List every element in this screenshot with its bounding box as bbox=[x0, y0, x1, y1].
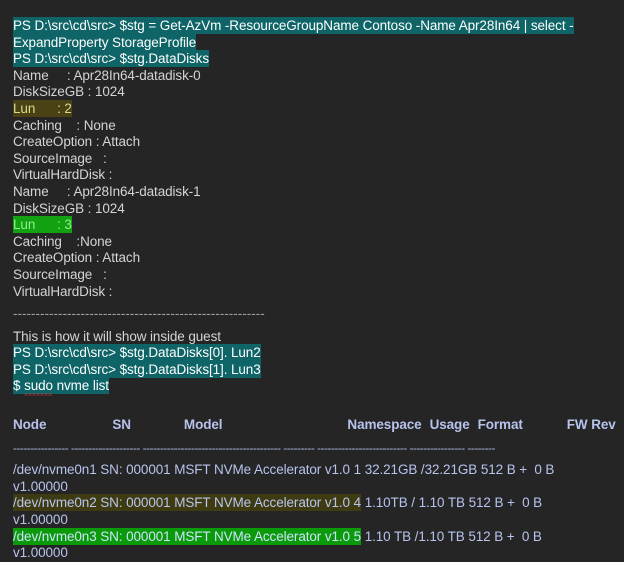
command-line-1: PS D:\src\cd\src> $stg = Get-AzVm -Resou… bbox=[0, 0, 624, 35]
nvme-table-row: /dev/nvme0n1 SN: 000001 MSFT NVMe Accele… bbox=[0, 462, 624, 479]
datadisk-1-size-value: 1024 bbox=[94, 200, 125, 216]
datadisk-0-name: Name : Apr28In64-datadisk-0 bbox=[0, 68, 624, 85]
guest-line-2: PS D:\src\cd\src> $stg.DataDisks[1]. Lun… bbox=[0, 360, 624, 379]
nvme-table-row: /dev/nvme0n2 SN: 000001 MSFT NVMe Accele… bbox=[0, 494, 624, 512]
nvme-row-0-format: 512 bbox=[480, 462, 504, 478]
datadisk-0-virtualharddisk: VirtualHardDisk : bbox=[13, 167, 113, 183]
command-1-text-part-1: PS D:\src\cd\src> $stg = Get-AzVm -Resou… bbox=[13, 17, 574, 34]
nvme-header-node: Node bbox=[13, 417, 47, 433]
datadisk-1-name: Name : Apr28In64-datadisk-1 bbox=[0, 184, 624, 201]
nvme-table-row: /dev/nvme0n3 SN: 000001 MSFT NVMe Accele… bbox=[0, 527, 624, 546]
nvme-header-usage: Usage bbox=[429, 417, 470, 433]
nvme-row-2-tail: 1.10 TB /1.10 TB 512 B + 0 B bbox=[361, 529, 542, 544]
guest-line-1: PS D:\src\cd\src> $stg.DataDisks[0]. Lun… bbox=[0, 344, 624, 362]
nvme-row-2-usage: 1.10 TB /1.10 TB bbox=[364, 528, 465, 544]
datadisk-0-caching: Caching : None bbox=[13, 117, 116, 133]
datadisk-0-name-sep: : bbox=[48, 67, 74, 83]
nvme-header-model: Model bbox=[183, 417, 223, 433]
guest-shell-command: $ sudo nvme list bbox=[0, 377, 624, 396]
datadisk-0-createoption: CreateOption : Attach bbox=[13, 134, 140, 150]
nvme-row-0-model: MSFT NVMe Accelerator v1.0 bbox=[174, 462, 350, 478]
datadisk-0-lun: Lun : 2 bbox=[0, 99, 624, 118]
nvme-header-fw-rev: FW Rev bbox=[566, 417, 616, 433]
datadisk-0-name-label: Name bbox=[13, 67, 49, 83]
nvme-row-1-fw-rev: B + 0 B bbox=[494, 495, 543, 511]
nvme-row-0-usage: 32.21GB /32.21GB bbox=[364, 462, 478, 478]
nvme-table-row-continued: v1.00000 bbox=[13, 512, 68, 528]
nvme-row-1-model: MSFT NVMe Accelerator v1.0 bbox=[174, 495, 350, 511]
datadisk-1-disksizegb: DiskSizeGB : 1024 bbox=[0, 201, 624, 218]
nvme-row-0-namespace: 1 bbox=[353, 462, 362, 478]
nvme-row-2-fw-rev: B + 0 B bbox=[494, 528, 542, 544]
nvme-row-1-tail: 1.10TB / 1.10 TB 512 B + 0 B bbox=[361, 495, 542, 510]
nvme-row-1-highlight: /dev/nvme0n2 SN: 000001 MSFT NVMe Accele… bbox=[13, 494, 362, 512]
nvme-row-1-node: /dev/nvme0n2 bbox=[13, 495, 97, 511]
command-line-1-wrap: ExpandProperty StorageProfile bbox=[0, 33, 624, 52]
datadisk-1-lun-highlight: Lun : 3 bbox=[13, 216, 72, 234]
datadisk-1-createoption: CreateOption : Attach bbox=[13, 250, 140, 266]
nvme-header-format: Format bbox=[477, 417, 523, 433]
shell-command-highlight: $ sudo nvme list bbox=[13, 377, 109, 396]
command-1-text-part-2: ExpandProperty StorageProfile bbox=[13, 33, 197, 51]
datadisk-1-name-value: Apr28In64-datadisk-1 bbox=[73, 183, 201, 199]
nvme-row-2-format: 512 bbox=[468, 528, 491, 544]
datadisk-0-sourceimage: SourceImage : bbox=[13, 150, 107, 166]
datadisk-1-name-sep: : bbox=[48, 183, 74, 199]
command-2-text: PS D:\src\cd\src> $stg.DataDisks bbox=[13, 50, 209, 68]
shell-command-misspelled-word: sudo bbox=[24, 378, 53, 396]
nvme-row-1-sn: SN: 000001 bbox=[100, 495, 171, 511]
guest-line-2-text: PS D:\src\cd\src> $stg.DataDisks[1]. Lun… bbox=[13, 360, 261, 378]
shell-prompt-symbol: $ bbox=[13, 378, 25, 394]
nvme-header-sn: SN bbox=[112, 417, 131, 433]
shell-command-rest: nvme list bbox=[52, 378, 109, 394]
datadisk-0-size-sep: : bbox=[84, 84, 95, 100]
guest-note: This is how it will show inside guest bbox=[13, 328, 221, 344]
nvme-row-2-model: MSFT NVMe Accelerator v1.0 bbox=[174, 528, 350, 544]
datadisk-1-caching: Caching :None bbox=[13, 233, 112, 249]
nvme-row-1-format: 512 bbox=[468, 495, 491, 511]
datadisk-0-disksizegb: DiskSizeGB : 1024 bbox=[0, 84, 624, 101]
nvme-row-2-highlight: /dev/nvme0n3 SN: 000001 MSFT NVMe Accele… bbox=[13, 527, 362, 545]
datadisk-0-lun-highlight: Lun : 2 bbox=[13, 99, 72, 117]
datadisk-1-lun: Lun : 3 bbox=[0, 216, 624, 234]
nvme-table-header-row: Node SN Model Namespace Usage Format FW Rev bbox=[0, 417, 624, 434]
nvme-row-0-fw-rev: B + 0 B bbox=[506, 462, 555, 478]
datadisk-1-size-sep: : bbox=[84, 200, 95, 216]
nvme-row-0-node: /dev/nvme0n1 bbox=[13, 462, 97, 478]
nvme-row-1-namespace: 4 bbox=[353, 495, 362, 511]
datadisk-0-size-value: 1024 bbox=[94, 84, 125, 100]
nvme-table-row-continued: v1.00000 bbox=[13, 545, 68, 561]
powershell-console: PS D:\src\cd\src> $stg = Get-AzVm -Resou… bbox=[0, 0, 624, 560]
nvme-table-row-continued: v1.00000 bbox=[13, 478, 68, 494]
section-separator: ----------------------------------------… bbox=[13, 306, 265, 322]
datadisk-1-sourceimage: SourceImage : bbox=[13, 266, 107, 282]
nvme-row-2-namespace: 5 bbox=[353, 528, 362, 544]
nvme-header-namespace: Namespace bbox=[347, 417, 422, 433]
datadisk-1-size-label: DiskSizeGB bbox=[13, 200, 85, 216]
guest-line-1-text: PS D:\src\cd\src> $stg.DataDisks[0]. Lun… bbox=[13, 344, 261, 362]
nvme-row-2-sn: SN: 000001 bbox=[100, 528, 171, 544]
datadisk-0-size-label: DiskSizeGB bbox=[13, 84, 85, 100]
datadisk-1-name-label: Name bbox=[13, 183, 49, 199]
datadisk-0-name-value: Apr28In64-datadisk-0 bbox=[73, 67, 201, 83]
nvme-table-rule: ---------------- -------------------- --… bbox=[13, 440, 495, 455]
nvme-row-0-sn: SN: 000001 bbox=[100, 462, 171, 478]
datadisk-1-virtualharddisk: VirtualHardDisk : bbox=[13, 283, 113, 299]
nvme-row-2-node: /dev/nvme0n3 bbox=[13, 528, 97, 544]
command-line-2: PS D:\src\cd\src> $stg.DataDisks bbox=[0, 50, 624, 68]
nvme-row-1-usage: 1.10TB / 1.10 TB bbox=[364, 495, 465, 511]
